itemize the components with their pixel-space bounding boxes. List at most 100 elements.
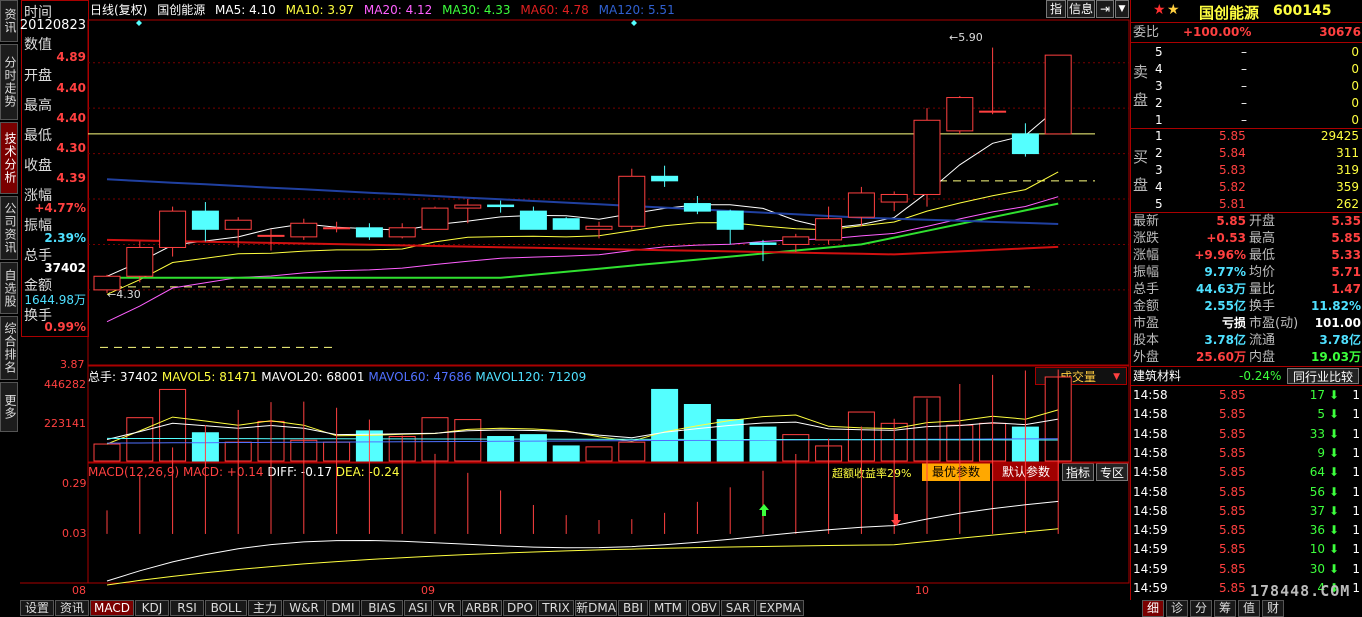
tick-volume: 5 bbox=[1317, 407, 1325, 422]
candle-body bbox=[126, 246, 154, 277]
quote-tab[interactable]: 筹 bbox=[1214, 600, 1236, 617]
indicator-tab[interactable]: RSI bbox=[170, 600, 204, 616]
candle-body bbox=[815, 218, 843, 241]
indicator-tab[interactable]: W&R bbox=[283, 600, 325, 616]
stat-value: +9.96% bbox=[1194, 248, 1246, 262]
price-panel bbox=[87, 19, 1130, 366]
weibi-label: 委比 bbox=[1133, 25, 1160, 40]
volume-bar bbox=[487, 436, 515, 462]
tick-count: 1 bbox=[1352, 465, 1360, 480]
level: 5 bbox=[1155, 197, 1163, 211]
level: 3 bbox=[1155, 163, 1163, 177]
candle-body bbox=[454, 204, 482, 209]
volume-bar bbox=[618, 441, 646, 462]
kline-chart[interactable] bbox=[0, 0, 1130, 600]
volume: 29425 bbox=[1320, 129, 1359, 143]
tick-volume: 30 bbox=[1309, 561, 1325, 576]
diff-line bbox=[106, 500, 1059, 582]
industry-compare-button[interactable]: 同行业比较 bbox=[1287, 368, 1359, 384]
stat-label: 外盘 bbox=[1133, 350, 1160, 365]
indicator-tab[interactable]: MACD bbox=[90, 600, 134, 616]
tick-price: 5.85 bbox=[1219, 426, 1246, 441]
volume-bar bbox=[651, 388, 679, 462]
candle-body bbox=[946, 97, 974, 132]
indicator-tab[interactable]: DPO bbox=[503, 600, 537, 616]
stat-value: 2.55亿 bbox=[1204, 299, 1246, 313]
indicator-tab[interactable]: DMI bbox=[326, 600, 360, 616]
candle-body bbox=[782, 236, 810, 245]
indicator-tab[interactable]: 资讯 bbox=[55, 600, 89, 616]
tick-time: 14:59 bbox=[1133, 542, 1168, 557]
industry-name[interactable]: 建筑材料 bbox=[1133, 368, 1181, 385]
tick-row: 14:58 5.85 9 ⬇ 1 bbox=[1131, 445, 1362, 462]
volume-bar bbox=[552, 445, 580, 462]
candle-body bbox=[519, 210, 547, 230]
tick-volume: 36 bbox=[1309, 523, 1325, 538]
indicator-tab[interactable]: SAR bbox=[721, 600, 755, 616]
indicator-tab[interactable]: MTM bbox=[649, 600, 687, 616]
candle-body bbox=[618, 175, 646, 227]
arrow-down-icon: ⬇ bbox=[1328, 523, 1339, 538]
candle-body bbox=[585, 225, 613, 230]
tick-time: 14:58 bbox=[1133, 388, 1168, 402]
quote-tab[interactable]: 诊 bbox=[1166, 600, 1188, 617]
tick-row: 14:59 5.85 30 ⬇ 1 bbox=[1131, 561, 1362, 578]
indicator-tab[interactable]: 设置 bbox=[20, 600, 54, 616]
quote-tab[interactable]: 分 bbox=[1190, 600, 1212, 617]
tick-time: 14:58 bbox=[1133, 465, 1168, 480]
stock-code: 600145 bbox=[1273, 3, 1332, 19]
arrow-down-icon: ⬇ bbox=[1328, 503, 1339, 518]
quote-tab[interactable]: 值 bbox=[1238, 600, 1260, 617]
candle-body bbox=[224, 219, 252, 230]
price: – bbox=[1241, 113, 1247, 127]
indicator-tab[interactable]: VR bbox=[433, 600, 461, 616]
sell-row: 2 – 0 bbox=[1131, 95, 1362, 112]
stat-label: 开盘 bbox=[1249, 214, 1276, 229]
indicator-tab[interactable]: EXPMA bbox=[756, 600, 804, 616]
candle-body bbox=[388, 227, 416, 238]
stat-row: 市盈 亏损 市盈(动) 101.00 bbox=[1131, 315, 1362, 332]
stat-value: 19.03万 bbox=[1311, 350, 1361, 364]
indicator-tab[interactable]: 主力 bbox=[248, 600, 282, 616]
ma20-line bbox=[106, 196, 1059, 323]
stat-row: 外盘 25.60万 内盘 19.03万 bbox=[1131, 349, 1362, 366]
star-icon: ★ bbox=[1153, 2, 1166, 18]
tick-time: 14:59 bbox=[1133, 581, 1168, 595]
volume-bar bbox=[454, 419, 482, 462]
level: 1 bbox=[1155, 113, 1163, 127]
stat-value: 5.33 bbox=[1331, 248, 1361, 262]
tick-price: 5.85 bbox=[1219, 465, 1246, 480]
indicator-tab[interactable]: BOLL bbox=[205, 600, 247, 616]
tick-price: 5.85 bbox=[1219, 523, 1246, 538]
stat-label: 涨幅 bbox=[1133, 248, 1160, 263]
dea-line bbox=[106, 528, 1059, 586]
quote-tab[interactable]: 财 bbox=[1262, 600, 1284, 617]
quote-tab[interactable]: 细 bbox=[1142, 600, 1164, 617]
indicator-tab[interactable]: BIAS bbox=[361, 600, 403, 616]
tick-time: 14:58 bbox=[1133, 503, 1168, 518]
indicator-tab[interactable]: KDJ bbox=[135, 600, 169, 616]
indicator-tab[interactable]: OBV bbox=[688, 600, 720, 616]
indicator-tab[interactable]: BBI bbox=[618, 600, 648, 616]
arrow-down-icon: ⬇ bbox=[1328, 445, 1339, 460]
stat-value: 1.47 bbox=[1331, 282, 1361, 296]
candle-body bbox=[93, 275, 121, 291]
stat-label: 振幅 bbox=[1133, 265, 1160, 280]
stat-value: 5.71 bbox=[1331, 265, 1361, 279]
level: 4 bbox=[1155, 62, 1163, 76]
indicator-tab[interactable]: TRIX bbox=[538, 600, 574, 616]
stat-label: 总手 bbox=[1133, 282, 1160, 297]
volume-bar bbox=[749, 426, 777, 462]
stat-value: 亏损 bbox=[1221, 316, 1246, 330]
indicator-tab[interactable]: ARBR bbox=[462, 600, 502, 616]
sell-row: 1 – 0 bbox=[1131, 112, 1362, 129]
tick-volume: 17 bbox=[1309, 388, 1325, 402]
stat-value: 3.78亿 bbox=[1319, 333, 1361, 347]
indicator-tab[interactable]: ASI bbox=[404, 600, 432, 616]
candle-body bbox=[716, 210, 744, 230]
macd-panel bbox=[87, 462, 1130, 584]
tick-time: 14:59 bbox=[1133, 523, 1168, 538]
tick-count: 1 bbox=[1352, 581, 1360, 595]
indicator-tab[interactable]: 新DMA bbox=[575, 600, 617, 616]
industry-change: -0.24% bbox=[1239, 369, 1282, 383]
